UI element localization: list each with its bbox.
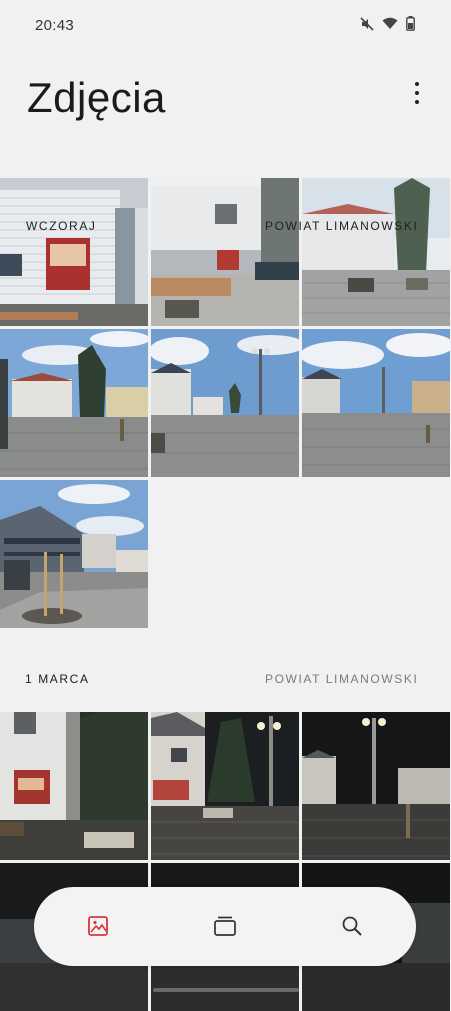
- status-bar: 20:43: [0, 0, 451, 50]
- photo-tile[interactable]: [151, 329, 299, 477]
- photo-tile[interactable]: [302, 712, 450, 860]
- photo-tile[interactable]: [0, 712, 148, 860]
- photos-icon: [88, 916, 108, 936]
- photo-tile[interactable]: [151, 178, 299, 326]
- section-location-label[interactable]: POWIAT LIMANOWSKI: [265, 672, 418, 686]
- albums-tab[interactable]: [208, 909, 242, 943]
- wifi-icon: [382, 17, 398, 29]
- page-title: Zdjęcia: [27, 74, 166, 121]
- photo-tile[interactable]: [0, 178, 148, 326]
- albums-icon: [214, 916, 236, 936]
- search-tab[interactable]: [335, 909, 369, 943]
- section-date-label: 1 MARCA: [25, 672, 90, 686]
- photo-tile[interactable]: [0, 329, 148, 477]
- photo-tile[interactable]: [302, 329, 450, 477]
- more-options-icon[interactable]: [411, 82, 423, 104]
- photo-tile[interactable]: [151, 712, 299, 860]
- section-location-label[interactable]: POWIAT LIMANOWSKI: [265, 219, 418, 233]
- photo-tile[interactable]: [302, 178, 450, 326]
- search-icon: [342, 916, 362, 936]
- status-icons: [360, 16, 415, 31]
- photo-tile[interactable]: [0, 480, 148, 628]
- mute-icon: [360, 16, 374, 31]
- status-time: 20:43: [35, 17, 75, 34]
- home-indicator[interactable]: [153, 988, 299, 992]
- photos-tab[interactable]: [81, 909, 115, 943]
- bottom-navigation: [34, 887, 416, 966]
- section-date-label: WCZORAJ: [26, 219, 97, 233]
- battery-icon: [406, 16, 415, 31]
